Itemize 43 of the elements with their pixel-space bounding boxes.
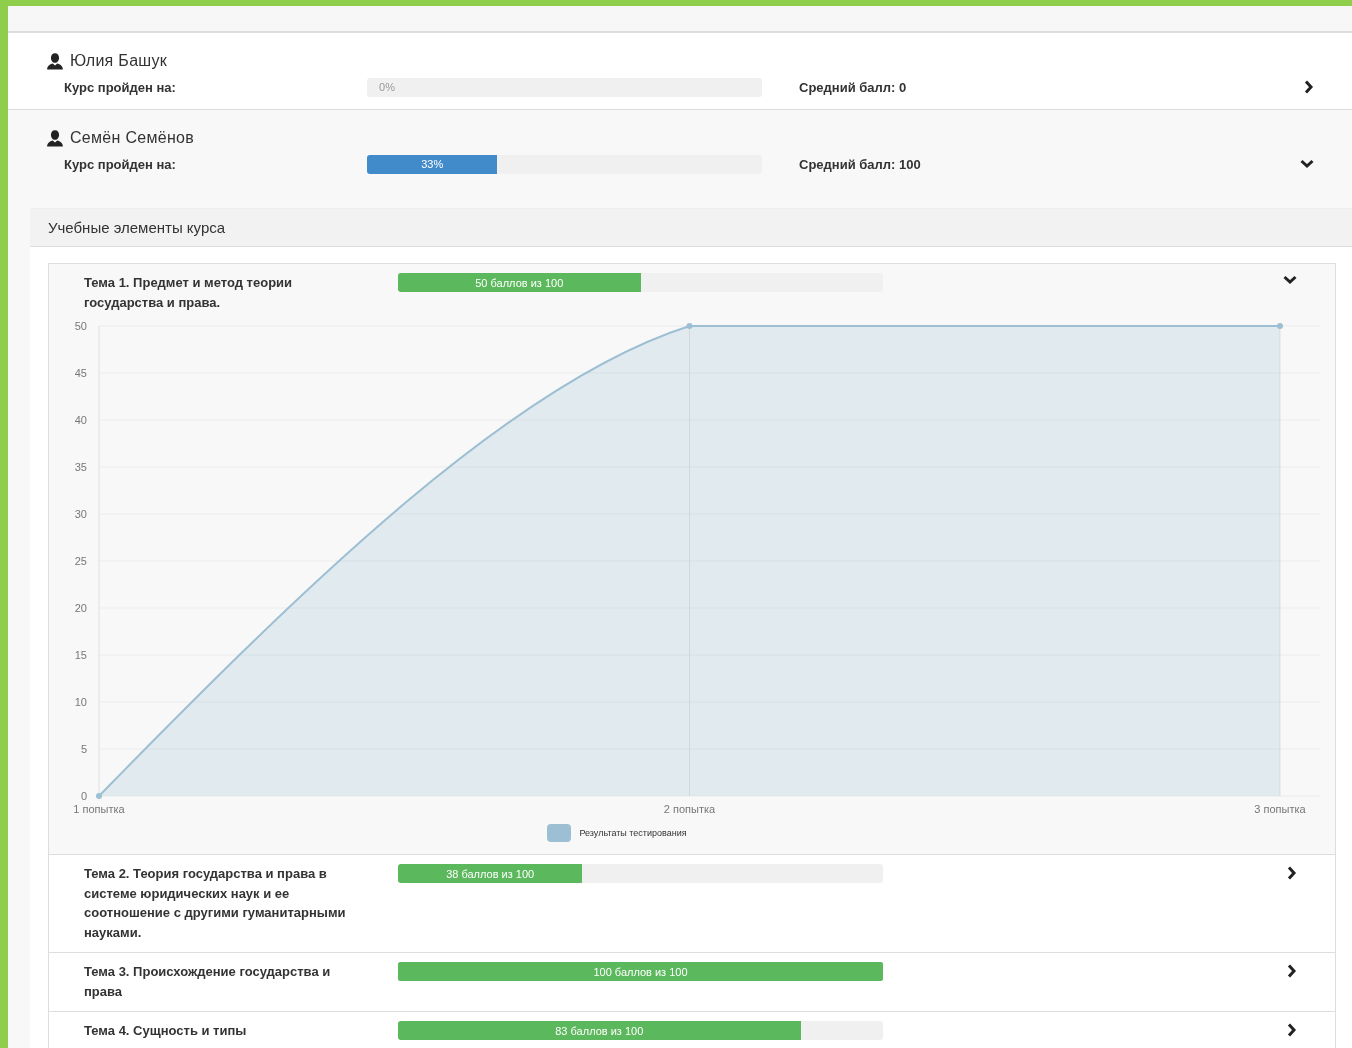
data-point	[1277, 323, 1283, 329]
data-point	[96, 793, 102, 799]
chevron-right-icon	[1287, 964, 1297, 978]
student-name: Семён Семёнов	[70, 129, 195, 147]
chevron-right-icon	[1287, 866, 1297, 880]
section-title: Учебные элементы курса	[48, 219, 226, 236]
progress-percent: 0%	[378, 80, 396, 95]
chevron-right-icon	[1287, 1023, 1297, 1037]
y-tick-label: 50	[74, 320, 87, 332]
data-point	[686, 323, 693, 329]
student-name: Юлия Башук	[70, 52, 168, 70]
legend-label: Результаты тестирования	[579, 828, 687, 838]
y-tick-label: 40	[74, 414, 87, 426]
progress-label: Курс пройден на:	[63, 79, 177, 95]
x-tick-label: 1 попытка	[73, 803, 125, 815]
chevron-right-icon	[1304, 80, 1314, 94]
chevron-down-icon	[1283, 275, 1297, 285]
y-tick-label: 15	[74, 649, 87, 661]
y-tick-label: 20	[74, 602, 87, 614]
user-icon	[46, 129, 64, 147]
score-text: 100 баллов из 100	[592, 964, 689, 980]
y-tick-label: 10	[74, 696, 87, 708]
topic-title: Тема 1. Предмет и метод теории государства и права.	[84, 274, 294, 312]
progress-percent: 33%	[420, 157, 445, 172]
y-tick-label: 5	[80, 743, 87, 755]
x-tick-label: 2 попытка	[663, 803, 716, 815]
topic-title: Тема 4. Сущность и типы	[84, 1022, 248, 1040]
score-text: 83 баллов из 100	[554, 1023, 645, 1039]
y-tick-label: 45	[74, 367, 87, 379]
score-text: 50 баллов из 100	[474, 275, 565, 291]
x-tick-label: 3 попытка	[1254, 803, 1306, 815]
user-icon	[46, 52, 64, 70]
y-tick-label: 25	[74, 555, 87, 567]
chevron-down-icon	[1300, 159, 1314, 169]
topic-title: Тема 2. Теория государства и права в системе юридических наук и ее соотношение с другими гуманитарными науками.	[84, 865, 347, 942]
score-text: 38 баллов из 100	[445, 866, 536, 882]
y-tick-label: 30	[74, 508, 87, 520]
average-score: Средний балл: 100	[799, 156, 922, 172]
y-tick-label: 0	[80, 790, 87, 802]
progress-label: Курс пройден на:	[63, 156, 177, 172]
average-score: Средний балл: 0	[799, 79, 908, 95]
y-tick-label: 35	[74, 461, 87, 473]
topic-title: Тема 3. Происхождение государства и права	[84, 963, 332, 1001]
